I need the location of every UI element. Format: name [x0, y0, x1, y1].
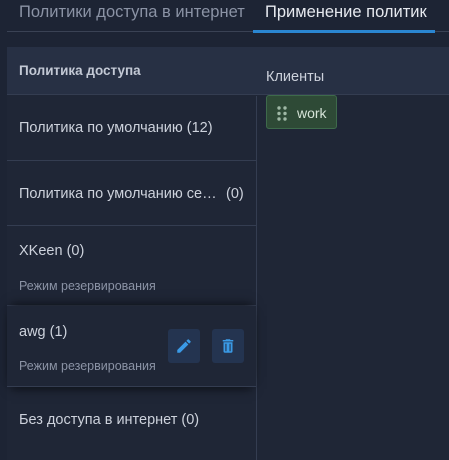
panel-header: Политика доступа [7, 47, 449, 95]
tab-policy-application[interactable]: Применение политик [265, 0, 427, 32]
divider [7, 386, 256, 387]
policy-item-awg[interactable]: awg (1) Режим резервирования [7, 306, 256, 387]
policy-mode: Режим резервирования [19, 359, 156, 373]
policy-name: Политика по умолчанию сегмента [19, 186, 217, 202]
policy-name: Политика по умолчанию (12) [19, 120, 213, 136]
active-tab-indicator [253, 30, 435, 33]
edit-policy-button[interactable] [168, 329, 200, 363]
panel-header-title: Политика доступа [19, 63, 141, 78]
client-name: work [297, 105, 327, 121]
trash-icon [222, 339, 234, 353]
policy-name: awg (1) [19, 324, 68, 340]
policy-name: Без доступа в интернет (0) [19, 412, 200, 428]
policy-mode: Режим резервирования [19, 279, 156, 293]
policy-application-panel: Политика доступа Политика по умолчанию (… [7, 47, 449, 460]
policy-count: (0) [226, 186, 244, 202]
tab-internet-access-policies[interactable]: Политики доступа в интернет [19, 0, 245, 32]
policy-item-no-internet[interactable]: Без доступа в интернет (0) [7, 387, 256, 460]
drag-handle-icon[interactable] [277, 106, 287, 121]
policy-name: XKeen (0) [19, 243, 85, 259]
column-divider [256, 96, 257, 460]
policy-item-xkeen[interactable]: XKeen (0) Режим резервирования [7, 226, 256, 306]
client-chip-work[interactable]: work [266, 95, 337, 129]
pencil-icon [177, 339, 191, 353]
policy-item-default[interactable]: Политика по умолчанию (12) [7, 96, 256, 161]
tab-bar: Политики доступа в интернет Применение п… [0, 0, 449, 33]
clients-label: Клиенты [266, 69, 325, 85]
policy-item-default-segment[interactable]: Политика по умолчанию сегмента (0) [7, 161, 256, 226]
delete-policy-button[interactable] [212, 329, 244, 363]
